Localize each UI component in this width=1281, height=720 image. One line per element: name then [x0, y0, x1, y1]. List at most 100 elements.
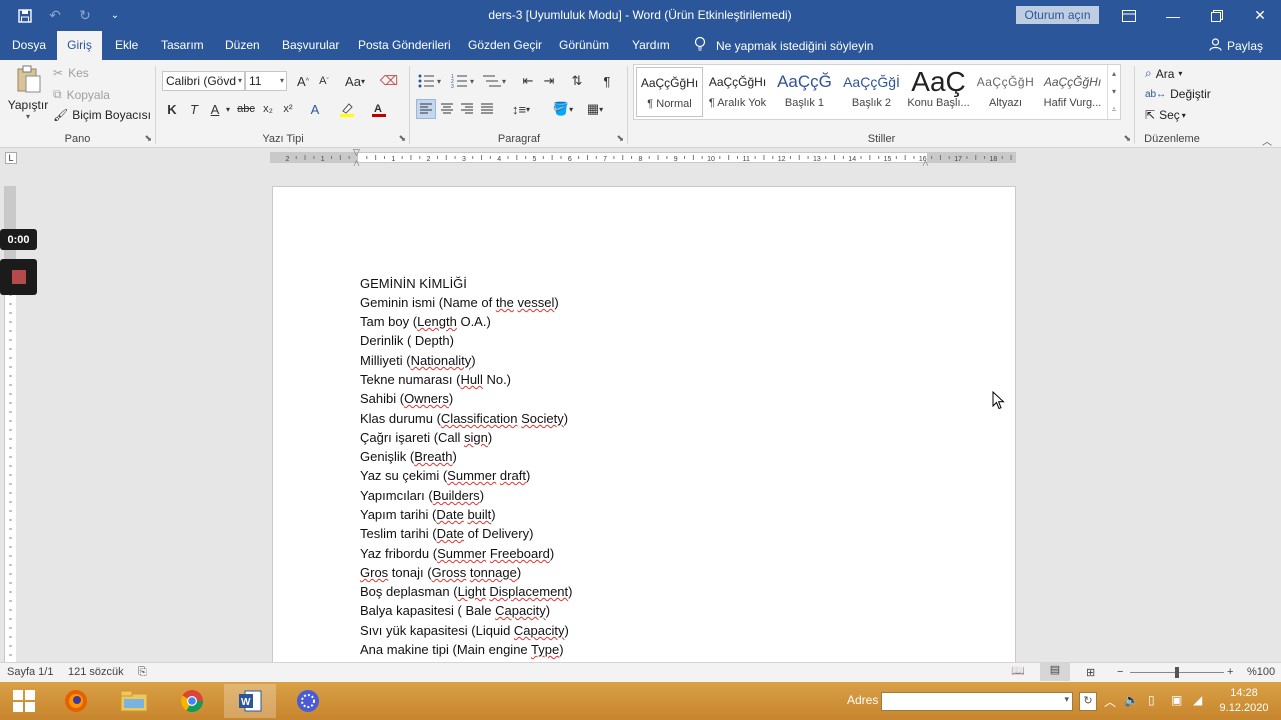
chrome-app[interactable] — [166, 684, 218, 718]
change-case-icon[interactable]: Aa ▾ — [341, 71, 369, 91]
doc-line[interactable]: Geminin ismi (Name of the vessel) — [360, 295, 559, 310]
shrink-font-icon[interactable]: Aˇ — [314, 71, 334, 91]
underline-button[interactable]: A — [205, 99, 225, 119]
doc-line[interactable]: Milliyeti (Nationality) — [360, 353, 476, 368]
doc-line[interactable]: GEMİNİN KİMLİĞİ — [360, 276, 467, 291]
document-page[interactable]: GEMİNİN KİMLİĞİ Geminin ismi (Name of th… — [272, 186, 1016, 666]
bullets-icon[interactable]: ▾ — [416, 71, 446, 91]
ribbon-display-options-icon[interactable] — [1107, 0, 1151, 31]
doc-line[interactable]: Tam boy (Length O.A.) — [360, 314, 491, 329]
tab-selector[interactable]: L — [5, 152, 17, 164]
wifi-icon[interactable]: ◢ — [1193, 693, 1202, 707]
sort-icon[interactable]: ⇅ — [567, 71, 587, 91]
tab-insert[interactable]: Ekle — [111, 31, 142, 60]
show-marks-icon[interactable]: ¶ — [597, 71, 617, 91]
multilevel-list-icon[interactable]: ▾ — [481, 71, 511, 91]
font-color-icon[interactable]: A — [369, 99, 389, 119]
borders-icon[interactable]: ▦ ▾ — [581, 99, 609, 119]
shading-icon[interactable]: 🪣 ▾ — [549, 99, 577, 119]
style-no-spacing[interactable]: AaÇçĞğHı ¶ Aralık Yok — [704, 67, 771, 117]
underline-dropdown-icon[interactable]: ▾ — [223, 99, 233, 119]
taskbar-clock[interactable]: 14:28 9.12.2020 — [1214, 686, 1274, 716]
doc-line[interactable]: Çağrı işareti (Call sign) — [360, 430, 492, 445]
refresh-icon[interactable]: ↻ — [1079, 692, 1097, 711]
stop-recording-button[interactable] — [0, 259, 37, 295]
print-layout-icon[interactable]: ▤ — [1040, 663, 1070, 681]
doc-line[interactable]: Boş deplasman (Light Displacement) — [360, 584, 573, 599]
style-subtle-emphasis[interactable]: AaÇçĞğHı Hafif Vurg... — [1039, 67, 1106, 117]
network-icon[interactable]: ▣ — [1171, 693, 1182, 707]
style-subtitle[interactable]: AaÇçĞğH Altyazı — [972, 67, 1039, 117]
tell-me-search[interactable]: Ne yapmak istediğini söyleyin — [694, 31, 873, 60]
doc-line[interactable]: Klas durumu (Classification Society) — [360, 411, 568, 426]
sign-in-button[interactable]: Oturum açın — [1016, 6, 1099, 24]
font-name-combo[interactable]: Calibri (Gövd ▾ — [162, 71, 245, 91]
justify-icon[interactable] — [477, 99, 497, 119]
customize-qat-icon[interactable]: ⌄ — [100, 0, 130, 31]
superscript-icon[interactable]: x² — [278, 99, 298, 119]
italic-button[interactable]: T — [184, 99, 204, 119]
paste-button[interactable]: Yapıştır ▾ — [8, 64, 48, 121]
font-launcher-icon[interactable]: ⬊ — [398, 133, 406, 144]
align-right-icon[interactable] — [457, 99, 477, 119]
doc-line[interactable]: Yaz fribordu (Summer Freeboard) — [360, 546, 554, 561]
align-center-icon[interactable] — [437, 99, 457, 119]
tab-home[interactable]: Giriş — [57, 31, 102, 60]
paragraph-launcher-icon[interactable]: ⬊ — [616, 133, 624, 144]
firefox-app[interactable] — [50, 684, 102, 718]
tray-chevron-icon[interactable]: ︿ — [1104, 693, 1116, 710]
battery-icon[interactable]: ▯ — [1148, 693, 1155, 707]
replace-button[interactable]: ab↔ Değiştir — [1145, 87, 1211, 101]
doc-line[interactable]: Teslim tarihi (Date of Delivery) — [360, 526, 533, 541]
zoom-slider-thumb[interactable] — [1175, 667, 1179, 678]
zoom-out-icon[interactable]: − — [1117, 666, 1123, 678]
tab-view[interactable]: Görünüm — [555, 31, 613, 60]
first-line-indent-icon[interactable]: ▽ — [353, 147, 360, 158]
subscript-icon[interactable]: x₂ — [258, 99, 278, 119]
highlight-icon[interactable] — [337, 99, 357, 119]
address-input[interactable]: ▾ — [881, 692, 1073, 711]
style-normal[interactable]: AaÇçĞğHı ¶ Normal — [636, 67, 703, 117]
chevron-down-icon[interactable]: ▾ — [1064, 694, 1069, 705]
doc-line[interactable]: Balya kapasitesi ( Bale Capacity) — [360, 603, 550, 618]
tab-review[interactable]: Gözden Geçir — [464, 31, 546, 60]
numbering-icon[interactable]: 1 2 3 ▾ — [449, 71, 479, 91]
volume-icon[interactable]: 🔈 — [1124, 693, 1139, 707]
word-app[interactable]: W — [224, 684, 276, 718]
select-button[interactable]: ⇱ Seç ▾ — [1145, 108, 1186, 122]
file-explorer-app[interactable] — [108, 684, 160, 718]
doc-line[interactable]: Ana makine tipi (Main engine Type) — [360, 642, 564, 657]
recorder-app[interactable] — [282, 684, 334, 718]
word-count[interactable]: 121 sözcük — [68, 666, 124, 678]
grow-font-icon[interactable]: A ^ — [293, 71, 313, 91]
paste-dropdown-icon[interactable]: ▾ — [26, 112, 30, 121]
style-heading-1[interactable]: AaÇçĞ Başlık 1 — [771, 67, 838, 117]
clipboard-launcher-icon[interactable]: ⬊ — [144, 133, 152, 144]
clear-formatting-icon[interactable]: ⌫ — [379, 71, 399, 91]
find-button[interactable]: ⌕ Ara ▾ — [1145, 66, 1182, 81]
doc-line[interactable]: Sıvı yük kapasitesi (Liquid Capacity) — [360, 623, 569, 638]
doc-line[interactable]: Genişlik (Breath) — [360, 449, 457, 464]
doc-line[interactable]: Derinlik ( Depth) — [360, 333, 454, 348]
restore-icon[interactable] — [1195, 0, 1239, 31]
doc-line[interactable]: Yapım tarihi (Date built) — [360, 507, 496, 522]
strikethrough-icon[interactable]: abc — [236, 99, 256, 119]
page-count[interactable]: Sayfa 1/1 — [7, 666, 53, 678]
share-button[interactable]: Paylaş — [1209, 31, 1263, 60]
doc-line[interactable]: Yapımcıları (Builders) — [360, 488, 484, 503]
copy-button[interactable]: ⧉ Kopyala — [53, 87, 110, 102]
close-icon[interactable]: ✕ — [1238, 0, 1281, 31]
proofing-icon[interactable]: ⎘ — [138, 666, 147, 679]
increase-indent-icon[interactable]: ⇥ — [539, 71, 559, 91]
doc-line[interactable]: Gros tonajı (Gross tonnage) — [360, 565, 521, 580]
format-painter-button[interactable]: 🖌 Biçim Boyacısı — [53, 108, 151, 122]
line-spacing-icon[interactable]: ↕≡ ▾ — [507, 99, 535, 119]
save-icon[interactable] — [10, 0, 40, 31]
tab-help[interactable]: Yardım — [628, 31, 674, 60]
decrease-indent-icon[interactable]: ⇤ — [518, 71, 538, 91]
minimize-icon[interactable]: — — [1151, 0, 1195, 31]
text-effects-icon[interactable]: A — [305, 99, 325, 119]
tab-mailings[interactable]: Posta Gönderileri — [354, 31, 455, 60]
align-left-icon[interactable] — [416, 99, 436, 119]
vertical-ruler[interactable] — [4, 186, 16, 662]
